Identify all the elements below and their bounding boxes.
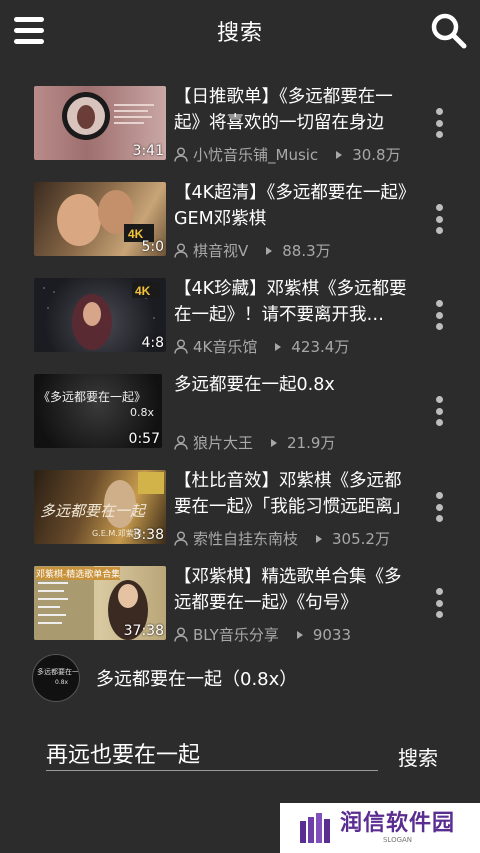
video-views: 9033 (312, 625, 352, 644)
svg-text:4K: 4K (135, 284, 151, 298)
video-item[interactable]: 《多远都要在一起》 0.8x 0:57 多远都要在一起0.8x 狼片大王 21.… (0, 366, 480, 462)
search-input[interactable] (46, 736, 378, 771)
avatar-caption: 多远都要在一起 (37, 668, 79, 676)
video-duration: 3:41 (132, 143, 164, 159)
video-title[interactable]: 【4K珍藏】邓紫棋《多远都要在一起》！请不要离开我… (174, 276, 418, 328)
video-item[interactable]: 3:41 【日推歌单】《多远都要在一起》将喜欢的一切留在身边 小忧音乐铺_Mus… (0, 78, 480, 174)
video-uploader[interactable]: 4K音乐馆 (193, 336, 257, 357)
video-thumbnail[interactable]: 邓紫棋-精选歌单合集 37:38 (34, 566, 166, 640)
video-uploader[interactable]: 棋音视V (193, 240, 248, 261)
video-title[interactable]: 【邓紫棋】精选歌单合集《多远都要在一起》《句号》 (174, 564, 418, 616)
thumbnail-caption: 邓紫棋-精选歌单合集 (36, 567, 121, 580)
video-item[interactable]: 邓紫棋-精选歌单合集 37:38 【邓紫棋】精选歌单合集《多远都要在一起》《句号… (0, 558, 480, 654)
video-thumbnail[interactable]: 多远都要在一起 G.E.M.邓紫棋 3:38 (34, 470, 166, 544)
search-icon[interactable] (430, 12, 468, 50)
video-uploader[interactable]: 小忧音乐铺_Music (193, 144, 318, 165)
video-list: 3:41 【日推歌单】《多远都要在一起》将喜欢的一切留在身边 小忧音乐铺_Mus… (0, 78, 480, 654)
video-views: 21.9万 (287, 434, 336, 452)
more-options-icon[interactable] (434, 396, 444, 426)
play-count-icon (336, 150, 343, 159)
video-views: 30.8万 (352, 146, 401, 164)
video-thumbnail[interactable]: 《多远都要在一起》 0.8x 0:57 (34, 374, 162, 448)
video-duration: 37:38 (123, 623, 164, 639)
video-title[interactable]: 【4K超清】《多远都要在一起》GEM邓紫棋 (174, 180, 418, 232)
menu-icon[interactable] (14, 14, 46, 46)
video-duration: 0:57 (128, 431, 160, 447)
video-duration: 4:8 (141, 335, 164, 351)
play-count-icon (296, 630, 303, 639)
video-uploader[interactable]: 索性自挂东南枝 (193, 528, 298, 549)
video-title[interactable]: 多远都要在一起0.8x (174, 372, 418, 424)
brand-name: 润信软件园 (340, 810, 456, 836)
video-views: 423.4万 (291, 338, 350, 356)
brand-slogan: SLOGAN (382, 835, 413, 844)
play-count-icon (266, 246, 273, 255)
video-item[interactable]: 4K 5:0 【4K超清】《多远都要在一起》GEM邓紫棋 棋音视V 88.3万 (0, 174, 480, 270)
avatar-caption: 0.8x (55, 679, 69, 686)
suggestion-text[interactable]: 多远都要在一起（0.8x） (96, 665, 297, 691)
user-icon (174, 147, 188, 162)
video-views: 305.2万 (332, 530, 390, 548)
thumbnail-caption: 多远都要在一起 (40, 502, 146, 520)
more-options-icon[interactable] (434, 588, 444, 618)
more-options-icon[interactable] (434, 300, 444, 330)
user-icon (174, 531, 188, 546)
video-thumbnail[interactable]: 4K 5:0 (34, 182, 166, 256)
brand-logo-icon (300, 813, 330, 843)
video-uploader[interactable]: 狼片大王 (193, 432, 253, 453)
suggestion-avatar: 多远都要在一起 0.8x (32, 654, 80, 702)
video-item[interactable]: 4K 4:8 【4K珍藏】邓紫棋《多远都要在一起》！请不要离开我… 4K音乐馆 … (0, 270, 480, 366)
thumbnail-caption: 《多远都要在一起》 (38, 390, 147, 404)
user-icon (174, 339, 188, 354)
search-suggestion[interactable]: 多远都要在一起 0.8x 多远都要在一起（0.8x） (0, 652, 480, 704)
play-count-icon (316, 534, 323, 543)
top-bar: 搜索 (0, 0, 480, 62)
video-views: 88.3万 (282, 242, 331, 260)
video-duration: 5:0 (141, 239, 164, 255)
search-bar: 搜索 (0, 722, 480, 782)
more-options-icon[interactable] (434, 204, 444, 234)
video-thumbnail[interactable]: 4K 4:8 (34, 278, 166, 352)
more-options-icon[interactable] (434, 492, 444, 522)
video-title[interactable]: 【杜比音效】邓紫棋《多远都要在一起》「我能习惯远距离」 (174, 468, 418, 520)
user-icon (174, 243, 188, 258)
video-thumbnail[interactable]: 3:41 (34, 86, 166, 160)
thumbnail-caption: 0.8x (130, 406, 155, 419)
more-options-icon[interactable] (434, 108, 444, 138)
play-count-icon (275, 342, 282, 351)
page-title: 搜索 (216, 21, 263, 46)
video-item[interactable]: 多远都要在一起 G.E.M.邓紫棋 3:38 【杜比音效】邓紫棋《多远都要在一起… (0, 462, 480, 558)
search-button[interactable]: 搜索 (398, 742, 438, 771)
user-icon (174, 627, 188, 642)
brand-watermark: 润信软件园 SLOGAN (280, 803, 480, 853)
video-duration: 3:38 (132, 527, 164, 543)
user-icon (174, 435, 188, 450)
play-count-icon (271, 438, 278, 447)
video-uploader[interactable]: BLY音乐分享 (193, 624, 279, 645)
video-title[interactable]: 【日推歌单】《多远都要在一起》将喜欢的一切留在身边 (174, 84, 418, 136)
